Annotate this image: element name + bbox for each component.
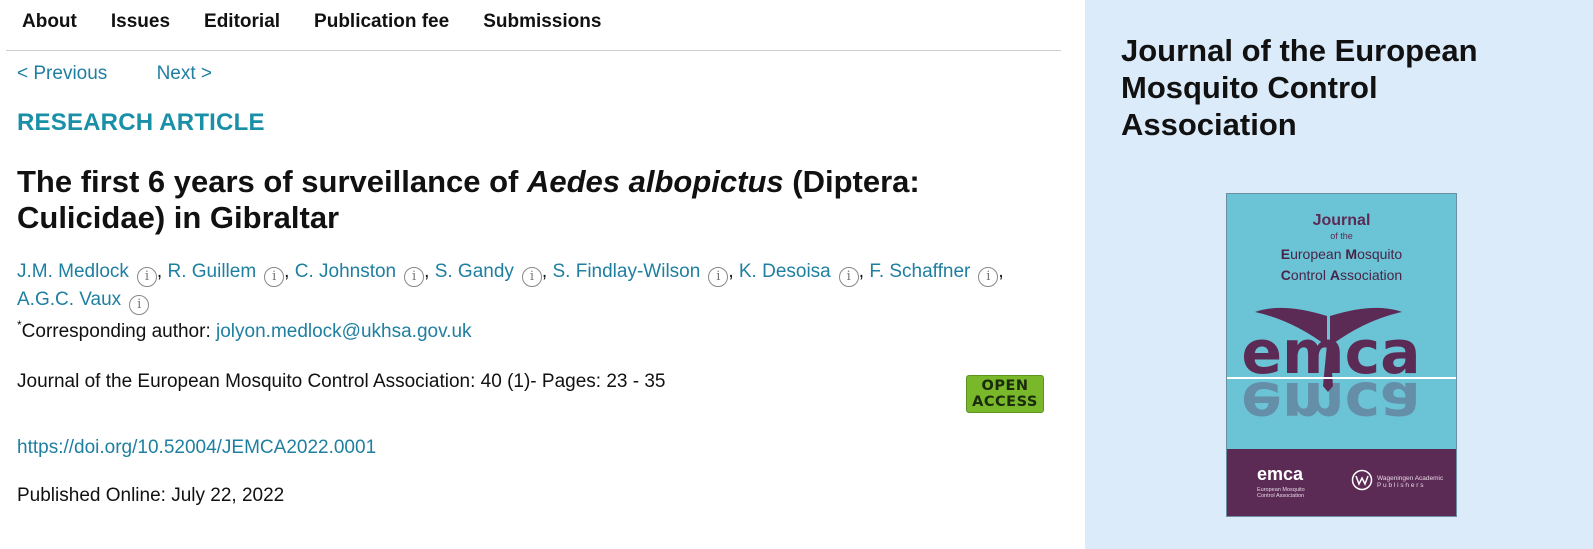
corresponding-label: Corresponding author:	[21, 321, 217, 342]
author-item: J.M. Medlock i	[17, 261, 157, 287]
doi: https://doi.org/10.52004/JEMCA2022.0001	[17, 436, 376, 460]
publisher-logo-icon	[1351, 469, 1373, 491]
cover-logo-reflection: emca	[1241, 368, 1420, 438]
cover-journal-word: Journal	[1312, 212, 1371, 229]
author-link[interactable]: J.M. Medlock	[17, 261, 129, 282]
nav-submissions[interactable]: Submissions	[483, 10, 601, 34]
nav-editorial[interactable]: Editorial	[204, 10, 280, 34]
author-link[interactable]: S. Findlay-Wilson	[552, 261, 700, 282]
cover-word-ontrol: ontrol	[1290, 267, 1330, 283]
cover-publisher-line: P u b l i s h e r s	[1377, 482, 1424, 489]
author-separator: ,	[424, 261, 435, 282]
previous-link[interactable]: < Previous	[17, 63, 107, 84]
cover-letter-m: M	[1345, 246, 1358, 262]
corresponding-author: *Corresponding author: jolyon.medlock@uk…	[17, 313, 472, 344]
nav-divider	[6, 50, 1061, 51]
cover-subtitle: European Mosquito Control Association	[1227, 244, 1456, 286]
cover-footer-emca-caption: European Mosquito Control Association	[1257, 487, 1305, 499]
emca-mosquito-logo: emca emca	[1227, 307, 1456, 438]
open-access-text-1: OPEN	[981, 378, 1029, 394]
citation-line: Journal of the European Mosquito Control…	[17, 371, 666, 392]
author-separator: ,	[728, 261, 739, 282]
cover-word-uropean: uropean	[1290, 246, 1346, 262]
nav-publication-fee[interactable]: Publication fee	[314, 10, 449, 34]
cover-footer-emca-line: Control Association	[1257, 493, 1305, 499]
author-link[interactable]: K. Desoisa	[739, 261, 831, 282]
cover-subtitle-line-1: European Mosquito	[1227, 244, 1456, 265]
info-icon[interactable]: i	[264, 267, 285, 287]
cover-word-osquito: osquito	[1357, 246, 1403, 262]
journal-cover-image[interactable]: Journal of the European Mosquito Control…	[1226, 193, 1457, 517]
title-text-1: The first 6 years of surveillance of	[17, 164, 527, 199]
article-title: The first 6 years of surveillance of Aed…	[17, 164, 1017, 236]
author-separator: ,	[541, 261, 553, 282]
info-icon[interactable]: i	[136, 267, 157, 287]
main-content: About Issues Editorial Publication fee S…	[0, 0, 1085, 549]
cover-letter-e: E	[1280, 246, 1291, 262]
next-link[interactable]: Next >	[157, 63, 212, 84]
open-access-text-2: ACCESS	[972, 394, 1038, 410]
open-access-badge: OPEN ACCESS	[966, 375, 1044, 413]
author-item: K. Desoisa i	[739, 261, 859, 287]
info-icon[interactable]: i	[838, 267, 859, 287]
author-item: S. Findlay-Wilson i	[552, 261, 729, 287]
author-item: S. Gandy i	[435, 261, 542, 287]
top-nav: About Issues Editorial Publication fee S…	[22, 10, 635, 34]
author-item: F. Schaffner i	[869, 261, 999, 287]
journal-title: Journal of the European Mosquito Control…	[1121, 33, 1478, 142]
nav-about[interactable]: About	[22, 10, 77, 34]
author-item: A.G.C. Vaux i	[17, 289, 150, 315]
cover-letter-a: A	[1329, 267, 1340, 283]
author-link[interactable]: F. Schaffner	[869, 261, 970, 282]
info-icon[interactable]: i	[978, 267, 999, 287]
author-link[interactable]: C. Johnston	[295, 261, 396, 282]
info-icon[interactable]: i	[521, 267, 542, 287]
journal-sidebar: Journal of the European Mosquito Control…	[1085, 0, 1593, 549]
info-icon[interactable]: i	[404, 267, 425, 287]
doi-link[interactable]: https://doi.org/10.52004/JEMCA2022.0001	[17, 437, 376, 458]
author-link[interactable]: S. Gandy	[435, 261, 514, 282]
corresponding-email-link[interactable]: jolyon.medlock@ukhsa.gov.uk	[216, 321, 472, 342]
cover-subtitle-line-2: Control Association	[1227, 265, 1456, 286]
author-separator: ,	[858, 261, 870, 282]
cover-publisher-line: Wageningen Academic	[1377, 475, 1444, 482]
author-separator: ,	[156, 261, 168, 282]
cover-footer-emca: emca	[1257, 464, 1304, 484]
author-separator: ,	[998, 261, 1004, 282]
info-icon[interactable]: i	[708, 267, 729, 287]
nav-issues[interactable]: Issues	[111, 10, 170, 34]
author-link[interactable]: A.G.C. Vaux	[17, 289, 121, 310]
cover-publisher-caption: Wageningen Academic P u b l i s h e r s	[1377, 475, 1443, 489]
article-type-label: RESEARCH ARTICLE	[17, 109, 265, 136]
cover-letter-c: C	[1280, 267, 1291, 283]
info-icon[interactable]: i	[129, 295, 150, 315]
cover-word-ssociation: ssociation	[1339, 267, 1403, 283]
author-item: R. Guillem i	[167, 261, 285, 287]
author-link[interactable]: R. Guillem	[167, 261, 256, 282]
author-list: J.M. Medlock i, R. Guillem i, C. Johnston i…	[17, 259, 1027, 315]
article-pager: < Previous Next >	[17, 62, 212, 86]
author-item: C. Johnston i	[295, 261, 425, 287]
published-date: Published Online: July 22, 2022	[17, 485, 285, 506]
cover-of-the: of the	[1330, 231, 1353, 241]
title-species: Aedes albopictus	[526, 164, 784, 199]
author-separator: ,	[284, 261, 295, 282]
